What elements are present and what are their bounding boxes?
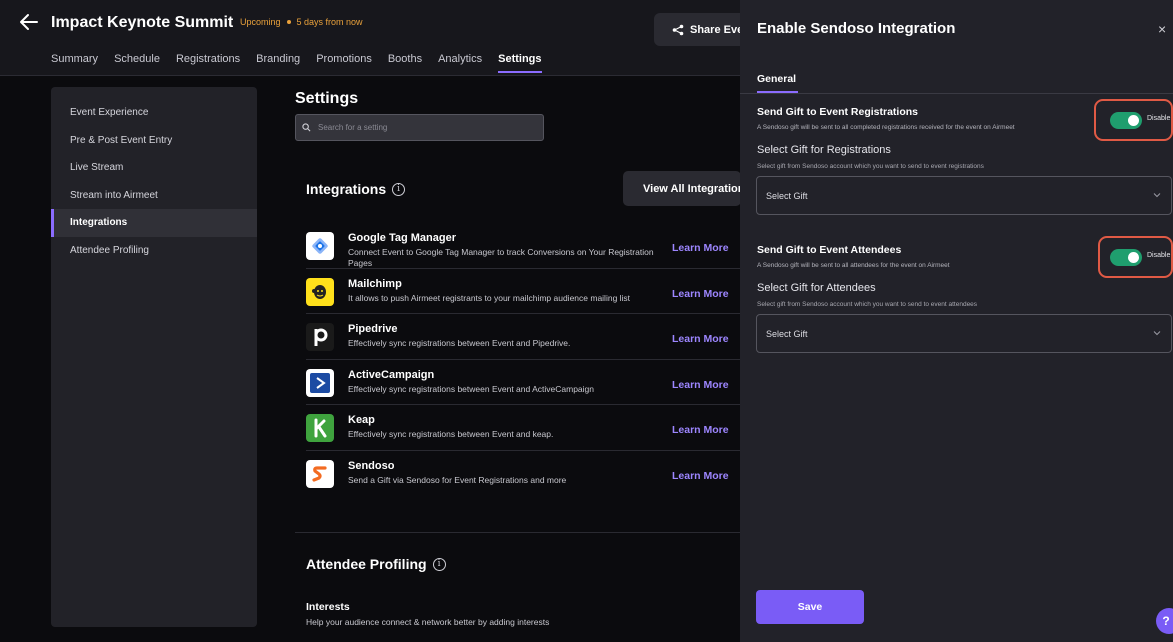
tab-summary[interactable]: Summary [51,53,98,73]
integration-description: Effectively sync registrations between E… [348,383,595,394]
view-all-integrations-label: View All Integrations [643,182,741,195]
keap-icon [306,414,334,442]
integration-description: Effectively sync registrations between E… [348,338,571,348]
attendees-select-label: Select Gift for Attendees [757,282,876,294]
search-input[interactable] [318,123,528,132]
tab-promotions[interactable]: Promotions [316,53,372,73]
integration-description: Connect Event to Google Tag Manager to t… [348,247,654,268]
sidebar-item-event-experience[interactable]: Event Experience [51,99,257,127]
sidebar-item-stream-into-airmeet[interactable]: Stream into Airmeet [51,182,257,210]
activecampaign-icon [306,368,334,397]
info-icon[interactable]: i [392,182,406,196]
tab-analytics[interactable]: Analytics [438,53,482,73]
registrations-gift-select-value: Select Gift [766,190,808,201]
interests-description: Help your audience connect & network bet… [306,617,550,627]
attendee-profiling-heading: Attendee Profiling i [306,556,446,572]
integration-name: ActiveCampaign [348,368,435,381]
attendees-gift-select-value: Select Gift [766,328,808,339]
close-icon[interactable]: × [1158,21,1166,37]
attendees-gift-heading: Send Gift to Event Attendees [757,244,902,256]
sidebar-item-pre-post-event-entry[interactable]: Pre & Post Event Entry [51,127,257,155]
integration-row: Google Tag Manager Connect Event to Goog… [306,223,740,269]
integration-description: Effectively sync registrations between E… [348,429,554,439]
learn-more-link[interactable]: Learn More [672,470,729,482]
registrations-gift-toggle[interactable] [1110,112,1142,129]
sendoso-integration-drawer: Enable Sendoso Integration × General Sen… [740,0,1173,642]
integration-row: Pipedrive Effectively sync registrations… [306,314,740,360]
registrations-toggle-highlight: Disable [1094,99,1173,141]
tab-divider [740,93,1173,94]
attendees-select-description: Select gift from Sendoso account which y… [757,301,978,308]
chevron-down-icon [1153,193,1161,198]
registrations-gift-heading: Send Gift to Event Registrations [757,106,919,118]
chevron-down-icon [1153,331,1161,336]
help-icon[interactable]: ? [1156,608,1173,634]
attendees-toggle-label: Disable [1147,252,1171,259]
status-badge: Upcoming [240,17,281,27]
sendoso-icon [306,459,334,488]
attendees-gift-toggle[interactable] [1110,249,1142,266]
attendees-toggle-highlight: Disable [1098,236,1173,278]
event-status: Upcoming 5 days from now [240,17,363,27]
toggle-knob [1128,115,1139,126]
tab-settings[interactable]: Settings [498,53,542,73]
integrations-heading-text: Integrations [306,181,387,197]
settings-search [295,114,544,141]
registrations-select-label: Select Gift for Registrations [757,144,891,156]
tab-general[interactable]: General [757,73,799,93]
attendees-gift-select[interactable]: Select Gift [756,314,1172,353]
pipedrive-icon [306,323,334,351]
settings-sidebar: Event Experience Pre & Post Event Entry … [51,87,257,627]
tab-schedule[interactable]: Schedule [114,53,160,73]
integration-name: Pipedrive [348,323,398,335]
section-divider [295,532,740,533]
integration-description: Send a Gift via Sendoso for Event Regist… [348,474,567,485]
integrations-heading: Integrations i [306,181,406,197]
mailchimp-icon [306,277,334,306]
search-icon [302,123,311,132]
google-tag-manager-icon [306,232,334,260]
event-countdown: 5 days from now [296,17,363,27]
drawer-title: Enable Sendoso Integration [757,20,956,37]
integration-row: ActiveCampaign Effectively sync registra… [306,360,740,405]
registrations-gift-description: A Sendoso gift will be sent to all compl… [757,124,1015,131]
integration-name: Keap [348,414,375,426]
page-title: Settings [295,90,359,107]
attendees-gift-description: A Sendoso gift will be sent to all atten… [757,262,950,269]
integration-name: Google Tag Manager [348,232,456,244]
registrations-gift-select[interactable]: Select Gift [756,176,1172,215]
integration-name: Mailchimp [348,277,402,290]
back-arrow-icon[interactable] [18,11,40,33]
info-icon[interactable]: i [432,557,446,571]
integration-row: Keap Effectively sync registrations betw… [306,405,740,451]
save-button[interactable]: Save [756,590,864,624]
integration-description: It allows to push Airmeet registrants to… [348,292,631,303]
view-all-integrations-button[interactable]: View All Integrations [623,171,741,206]
sidebar-item-integrations[interactable]: Integrations [51,209,257,237]
learn-more-link[interactable]: Learn More [672,379,729,391]
status-separator-dot [286,20,291,24]
tab-booths[interactable]: Booths [388,53,422,73]
learn-more-link[interactable]: Learn More [672,242,729,254]
integration-row: Sendoso Send a Gift via Sendoso for Even… [306,451,740,497]
interests-title: Interests [306,601,350,613]
integration-list: Google Tag Manager Connect Event to Goog… [306,223,740,496]
sidebar-item-attendee-profiling[interactable]: Attendee Profiling [51,237,257,265]
learn-more-link[interactable]: Learn More [672,288,729,300]
registrations-select-description: Select gift from Sendoso account which y… [757,163,984,170]
learn-more-link[interactable]: Learn More [672,424,729,436]
event-nav-tabs: Summary Schedule Registrations Branding … [51,53,542,73]
tab-registrations[interactable]: Registrations [176,53,240,73]
share-icon [672,24,684,35]
event-title: Impact Keynote Summit [51,14,234,31]
tab-branding[interactable]: Branding [256,53,300,73]
registrations-toggle-label: Disable [1147,115,1171,122]
sidebar-item-live-stream[interactable]: Live Stream [51,154,257,182]
integration-row: Mailchimp It allows to push Airmeet regi… [306,269,740,314]
learn-more-link[interactable]: Learn More [672,333,729,345]
toggle-knob [1128,252,1139,263]
attendee-profiling-heading-text: Attendee Profiling [306,556,427,572]
integration-name: Sendoso [348,459,395,472]
